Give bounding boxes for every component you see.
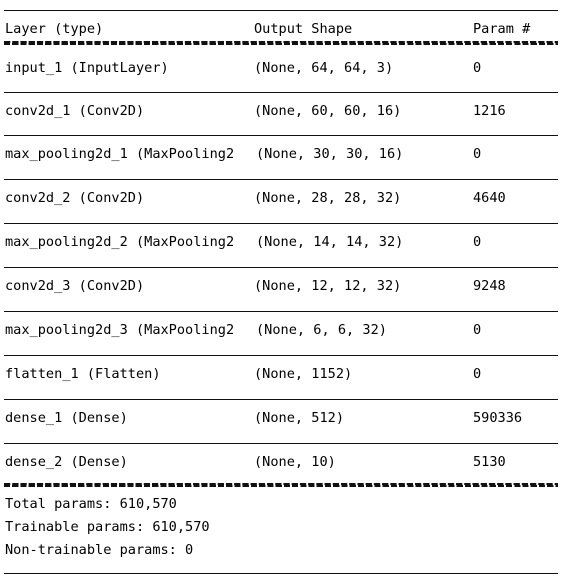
table-row: max_pooling2d_2 (MaxPooling2 (None, 14, … bbox=[0, 232, 570, 252]
row-separator bbox=[4, 92, 558, 93]
cell-output-shape: (None, 1152) bbox=[254, 366, 353, 382]
cell-output-shape: (None, 28, 28, 32) bbox=[254, 190, 402, 206]
cell-layer-type: conv2d_1 (Conv2D) bbox=[5, 103, 145, 119]
row-separator bbox=[4, 355, 558, 356]
cell-layer-type: flatten_1 (Flatten) bbox=[5, 366, 161, 382]
total-params: Total params: 610,570 bbox=[5, 496, 177, 512]
row-separator bbox=[4, 179, 558, 180]
header-param-count: Param # bbox=[473, 21, 531, 37]
cell-output-shape: (None, 60, 60, 16) bbox=[254, 103, 402, 119]
cell-output-shape: (None, 14, 14, 32) bbox=[256, 234, 404, 250]
top-rule bbox=[4, 10, 558, 11]
cell-output-shape: (None, 512) bbox=[254, 410, 345, 426]
cell-output-shape: (None, 10) bbox=[254, 454, 336, 470]
cell-param-count: 0 bbox=[473, 322, 482, 338]
cell-param-count: 0 bbox=[473, 60, 482, 76]
keras-model-summary: Layer (type) Output Shape Param # input_… bbox=[0, 0, 570, 579]
cell-param-count: 4640 bbox=[473, 190, 506, 206]
row-separator bbox=[4, 399, 558, 400]
row-separator bbox=[4, 443, 558, 444]
row-separator bbox=[4, 135, 558, 136]
cell-param-count: 0 bbox=[473, 366, 482, 382]
table-row: input_1 (InputLayer) (None, 64, 64, 3) 0 bbox=[0, 58, 570, 78]
cell-param-count: 0 bbox=[473, 234, 482, 250]
bottom-rule bbox=[4, 573, 558, 574]
cell-param-count: 590336 bbox=[473, 410, 523, 426]
table-row: dense_2 (Dense) (None, 10) 5130 bbox=[0, 452, 570, 472]
header-double-rule bbox=[4, 39, 558, 45]
cell-layer-type: max_pooling2d_1 (MaxPooling2 bbox=[5, 146, 235, 162]
table-row: max_pooling2d_1 (MaxPooling2 (None, 30, … bbox=[0, 144, 570, 164]
cell-layer-type: dense_2 (Dense) bbox=[5, 454, 128, 470]
table-footer-double-rule bbox=[4, 481, 558, 487]
non-trainable-params: Non-trainable params: 0 bbox=[5, 542, 194, 558]
cell-layer-type: max_pooling2d_3 (MaxPooling2 bbox=[5, 322, 235, 338]
trainable-params: Trainable params: 610,570 bbox=[5, 519, 210, 535]
cell-param-count: 0 bbox=[473, 146, 482, 162]
table-row: conv2d_2 (Conv2D) (None, 28, 28, 32) 464… bbox=[0, 188, 570, 208]
cell-param-count: 5130 bbox=[473, 454, 506, 470]
cell-layer-type: input_1 (InputLayer) bbox=[5, 60, 169, 76]
cell-output-shape: (None, 6, 6, 32) bbox=[256, 322, 387, 338]
header-output-shape: Output Shape bbox=[254, 21, 353, 37]
row-separator bbox=[4, 223, 558, 224]
cell-output-shape: (None, 64, 64, 3) bbox=[254, 60, 394, 76]
table-row: conv2d_1 (Conv2D) (None, 60, 60, 16) 121… bbox=[0, 101, 570, 121]
cell-param-count: 1216 bbox=[473, 103, 506, 119]
table-row: max_pooling2d_3 (MaxPooling2 (None, 6, 6… bbox=[0, 320, 570, 340]
cell-output-shape: (None, 30, 30, 16) bbox=[256, 146, 404, 162]
row-separator bbox=[4, 311, 558, 312]
table-row: flatten_1 (Flatten) (None, 1152) 0 bbox=[0, 364, 570, 384]
table-row: dense_1 (Dense) (None, 512) 590336 bbox=[0, 408, 570, 428]
cell-layer-type: conv2d_3 (Conv2D) bbox=[5, 278, 145, 294]
header-layer-type: Layer (type) bbox=[5, 21, 104, 37]
cell-layer-type: conv2d_2 (Conv2D) bbox=[5, 190, 145, 206]
cell-param-count: 9248 bbox=[473, 278, 506, 294]
cell-output-shape: (None, 12, 12, 32) bbox=[254, 278, 402, 294]
cell-layer-type: max_pooling2d_2 (MaxPooling2 bbox=[5, 234, 235, 250]
table-row: conv2d_3 (Conv2D) (None, 12, 12, 32) 924… bbox=[0, 276, 570, 296]
table-header-row: Layer (type) Output Shape Param # bbox=[0, 19, 570, 39]
cell-layer-type: dense_1 (Dense) bbox=[5, 410, 128, 426]
row-separator bbox=[4, 267, 558, 268]
